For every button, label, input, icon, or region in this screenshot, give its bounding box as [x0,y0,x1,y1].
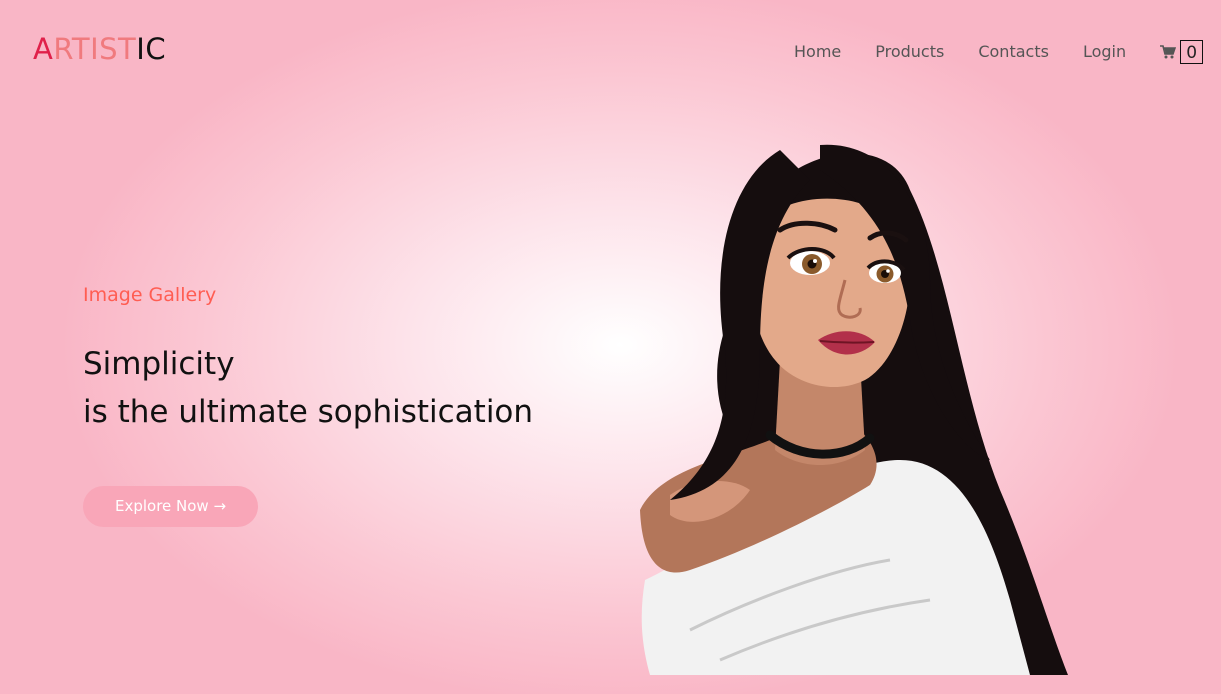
nav-link-login[interactable]: Login [1083,40,1126,64]
hero-eyebrow: Image Gallery [83,284,217,306]
main-nav: Home Products Contacts Login 0 [794,40,1204,64]
nav-link-home[interactable]: Home [794,40,841,64]
logo-letter-a: A [33,32,54,66]
cart-count-badge: 0 [1180,40,1204,64]
cart-icon [1160,45,1177,59]
hero-headline-line1: Simplicity [83,346,235,382]
brand-logo[interactable]: ARTISTIC [33,31,166,67]
hero-text: Image Gallery Simplicity is the ultimate… [83,282,533,436]
hero-headline-line2: is the ultimate sophistication [83,394,534,430]
nav-link-products[interactable]: Products [875,40,944,64]
cart-button[interactable]: 0 [1160,40,1204,64]
logo-letters-rtist: RTIST [53,32,137,66]
hero-headline: Simplicity is the ultimate sophisticatio… [83,340,533,436]
logo-letters-ic: IC [136,32,167,66]
site-header: ARTISTIC Home Products Contacts Login 0 [0,0,1221,100]
cartoon-woman-illustration [640,144,1068,675]
explore-now-button[interactable]: Explore Now → [83,486,258,527]
nav-link-contacts[interactable]: Contacts [978,40,1049,64]
